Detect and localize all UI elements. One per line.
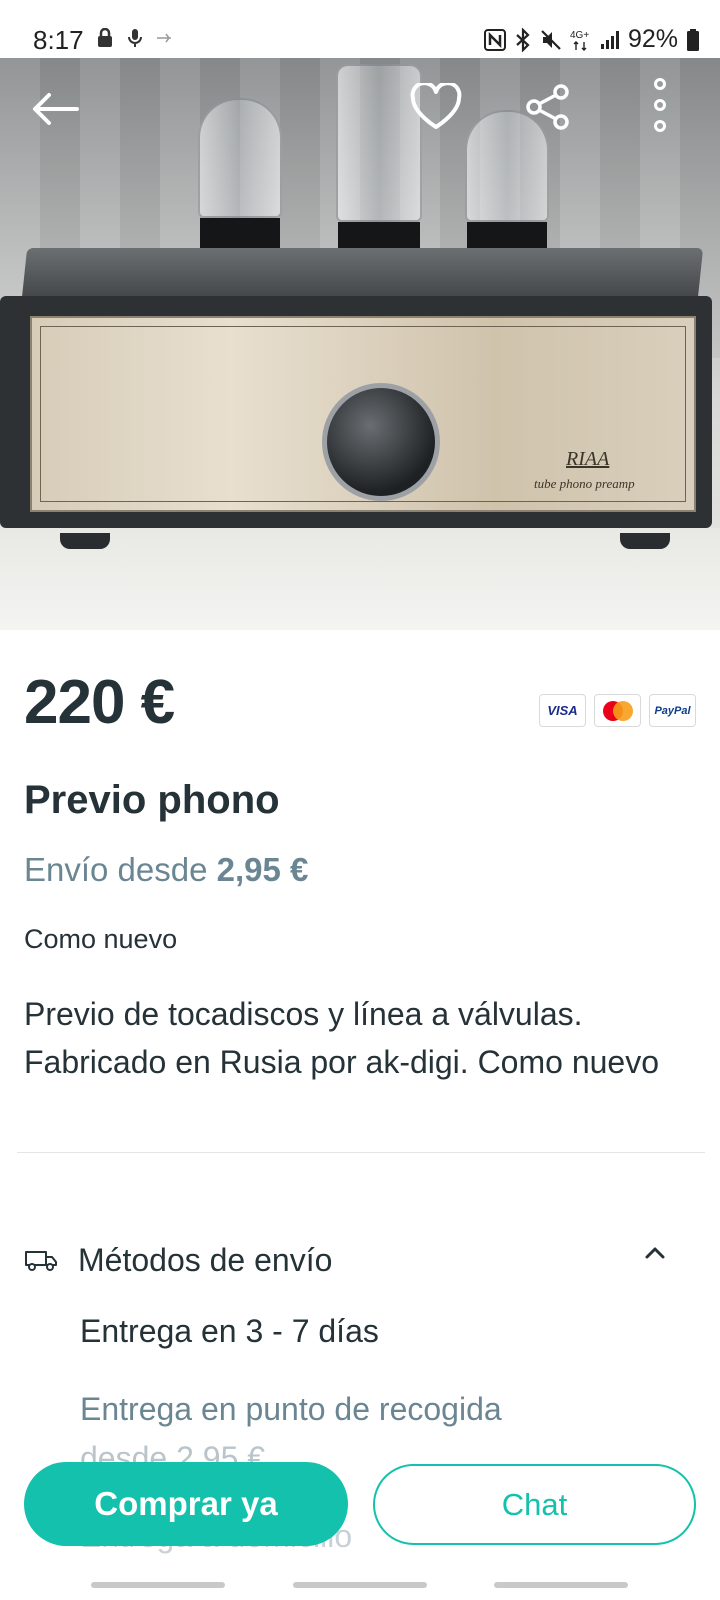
shipping-prefix: Envío desde [24, 851, 208, 888]
nav-home[interactable] [293, 1582, 427, 1588]
image-brand-label: RIAA [566, 448, 610, 470]
more-options-button[interactable] [640, 74, 680, 136]
lock-icon [98, 28, 112, 47]
shipping-price-line: Envío desde 2,95 € [24, 851, 308, 889]
nfc-icon [483, 28, 506, 51]
shipping-price: 2,95 € [216, 851, 309, 888]
system-navigation-bar [0, 1578, 720, 1600]
back-button[interactable] [26, 84, 84, 134]
buy-now-button[interactable]: Comprar ya [24, 1462, 348, 1546]
amp-foot-right [620, 533, 670, 549]
delivery-time: Entrega en 3 - 7 días [80, 1313, 379, 1349]
product-title: Previo phono [24, 778, 280, 822]
mastercard-logo [594, 694, 641, 727]
svg-text:4G+: 4G+ [570, 30, 589, 41]
nav-recents[interactable] [91, 1582, 225, 1588]
signal-bars-icon [600, 30, 619, 49]
status-bar: 8:17 4G+ 92% [0, 0, 720, 58]
image-brand-sublabel: tube phono preamp [534, 476, 635, 491]
visa-logo: VISA [539, 694, 586, 727]
battery-icon [687, 28, 699, 51]
share-button[interactable] [520, 82, 576, 132]
amp-foot-left [60, 533, 110, 549]
chevron-up-icon [645, 1247, 665, 1259]
heart-icon [410, 83, 462, 129]
section-divider [17, 1152, 705, 1153]
shipping-methods-label: Métodos de envío [78, 1241, 333, 1278]
usb-icon [157, 33, 171, 43]
bluetooth-icon [516, 27, 530, 52]
status-left-icons [96, 28, 172, 48]
battery-percentage: 92% [627, 25, 678, 53]
mute-icon [541, 29, 561, 50]
status-right: 4G+ 92% [483, 25, 700, 54]
truck-icon [25, 1251, 57, 1271]
pickup-point-option: Entrega en punto de recogida [80, 1391, 502, 1427]
back-arrow-icon [33, 93, 79, 125]
4g-signal-icon: 4G+ [570, 30, 589, 51]
chat-button[interactable]: Chat [373, 1464, 696, 1545]
shipping-methods-header[interactable]: Métodos de envío [24, 1238, 696, 1282]
product-condition: Como nuevo [24, 924, 178, 954]
product-description: Previo de tocadiscos y línea a válvulas.… [24, 996, 659, 1080]
paypal-logo: PayPal [649, 694, 696, 727]
product-image-carousel[interactable]: RIAA tube phono preamp [0, 58, 720, 630]
status-time: 8:17 [33, 25, 84, 55]
more-vertical-icon [654, 78, 666, 132]
product-price: 220 € [24, 668, 175, 737]
favorite-button[interactable] [408, 80, 464, 134]
mic-icon [128, 29, 142, 47]
nav-back[interactable] [494, 1582, 628, 1588]
share-icon [526, 84, 569, 130]
volume-knob [322, 383, 440, 501]
payment-methods: VISA PayPal [539, 694, 696, 727]
